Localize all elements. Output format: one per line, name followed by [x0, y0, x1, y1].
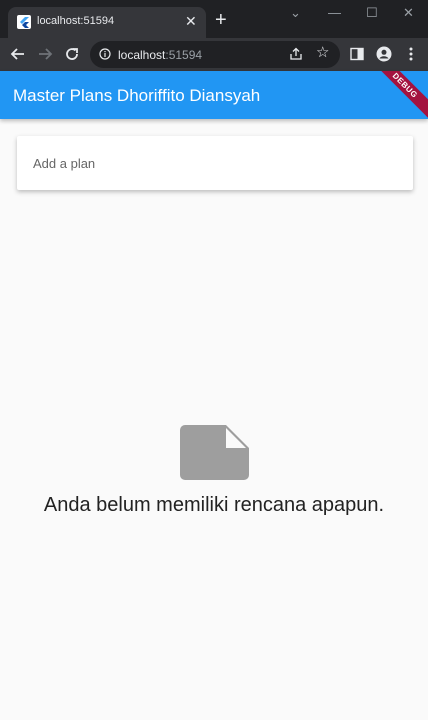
- share-icon[interactable]: [288, 46, 304, 62]
- add-plan-input[interactable]: [33, 149, 393, 177]
- maximize-icon[interactable]: ☐: [366, 5, 378, 21]
- note-icon: [180, 425, 249, 480]
- browser-toolbar: localhost:51594 ☆: [0, 38, 428, 71]
- empty-state-message: Anda belum memiliki rencana apapun.: [43, 494, 385, 516]
- browser-tabstrip: localhost:51594 ✕ + ⌄ — ☐ ✕: [0, 0, 428, 38]
- flutter-favicon-icon: [17, 15, 31, 29]
- browser-tab[interactable]: localhost:51594 ✕: [8, 7, 206, 38]
- site-info-icon[interactable]: [99, 48, 111, 60]
- profile-avatar-icon[interactable]: [376, 46, 392, 62]
- page-title: Master Plans Dhoriffito Diansyah: [13, 86, 261, 105]
- tab-title: localhost:51594: [37, 15, 115, 27]
- tab-close-icon[interactable]: ✕: [185, 13, 197, 29]
- debug-banner: DEBUG: [368, 71, 428, 119]
- app-bar: Master Plans Dhoriffito Diansyah DEBUG: [0, 71, 428, 119]
- reload-icon[interactable]: [63, 45, 81, 63]
- minimize-icon[interactable]: —: [328, 5, 341, 20]
- close-window-icon[interactable]: ✕: [403, 5, 414, 21]
- bookmark-star-icon[interactable]: ☆: [316, 45, 332, 61]
- more-menu-icon[interactable]: [403, 46, 419, 62]
- tab-search-icon[interactable]: ⌄: [290, 5, 301, 21]
- side-panel-icon[interactable]: [349, 46, 365, 62]
- address-url: localhost:51594: [118, 48, 203, 62]
- forward-icon[interactable]: [36, 45, 54, 63]
- back-icon[interactable]: [9, 45, 27, 63]
- new-tab-icon[interactable]: +: [215, 10, 227, 30]
- add-plan-card: [17, 136, 413, 190]
- address-bar[interactable]: localhost:51594 ☆: [90, 41, 340, 68]
